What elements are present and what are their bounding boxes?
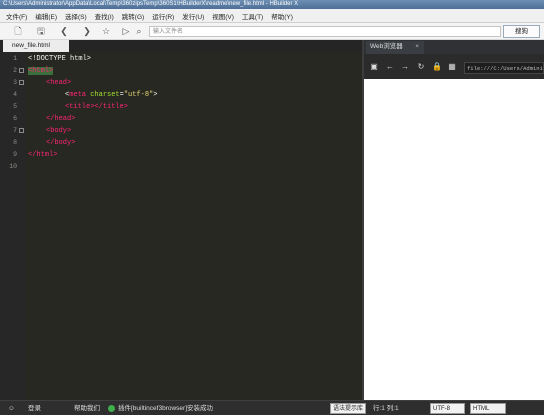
window-title: C:\Users\Administrator\AppData\Local\Tem… <box>0 0 544 9</box>
code-line: 6 </head> <box>0 113 362 125</box>
menu-select[interactable]: 选择(S) <box>65 11 87 21</box>
line-number: 9 <box>13 151 17 158</box>
menu-bar: 文件(F) 编辑(E) 选择(S) 查找(I) 跳转(G) 运行(R) 发行(U… <box>0 9 544 23</box>
fold-toggle-icon[interactable] <box>19 80 24 85</box>
save-icon[interactable]: 🖫 <box>35 25 47 37</box>
line-number: 6 <box>13 115 17 122</box>
login-link[interactable]: 登录 <box>28 401 41 415</box>
cursor-position: 行:1 列:1 <box>373 405 399 412</box>
hint-library-button[interactable]: 语法提示库 <box>330 403 367 414</box>
tab-web-browser[interactable]: Web浏览器 × <box>366 41 424 54</box>
code-text: <body> <box>46 127 72 135</box>
code-line: 5 <title></title> <box>0 101 362 113</box>
tab-new-file[interactable]: new_file.html <box>3 40 69 52</box>
menu-find[interactable]: 查找(I) <box>95 11 114 21</box>
browser-url-input[interactable] <box>464 62 544 74</box>
line-number: 5 <box>13 103 17 110</box>
editor-tab-bar: new_file.html <box>0 40 362 52</box>
forward-arrow-icon[interactable]: → <box>400 62 410 72</box>
line-number: 3 <box>13 79 17 86</box>
menu-view[interactable]: 视图(V) <box>212 11 234 21</box>
line-number: 2 <box>13 67 17 74</box>
encoding-selector[interactable]: UTF-8 <box>430 403 465 414</box>
code-line: 10 <box>0 161 362 173</box>
line-number: 1 <box>13 55 17 62</box>
code-text: <!DOCTYPE html> <box>28 55 92 63</box>
code-editor[interactable]: 1 <!DOCTYPE html> 2 <html> 3 <head> 4 <m… <box>0 52 362 400</box>
browser-tab-label: Web浏览器 <box>370 43 403 50</box>
line-number: 4 <box>13 91 17 98</box>
devtools-icon[interactable]: ▣ <box>369 62 379 72</box>
code-text: <title></title> <box>65 103 129 111</box>
line-number: 8 <box>13 139 17 146</box>
refresh-icon[interactable]: ↻ <box>416 62 426 72</box>
code-line: 3 <head> <box>0 77 362 89</box>
code-line: 2 <html> <box>0 65 362 77</box>
menu-publish[interactable]: 发行(U) <box>182 11 204 21</box>
menu-edit[interactable]: 编辑(E) <box>35 11 57 21</box>
code-line: 7 <body> <box>0 125 362 137</box>
run-icon[interactable]: ▷ <box>120 25 132 37</box>
browser-tab-bar: Web浏览器 × <box>364 40 544 54</box>
star-icon[interactable]: ☆ <box>100 25 112 37</box>
file-search-input[interactable] <box>149 26 501 37</box>
back-arrow-icon[interactable]: ← <box>385 62 395 72</box>
code-line: 4 <meta charset="utf-8"> <box>0 89 362 101</box>
line-number: 7 <box>13 127 17 134</box>
menu-tools[interactable]: 工具(T) <box>242 11 263 21</box>
forward-icon[interactable]: ❯ <box>81 25 93 37</box>
success-icon <box>108 405 115 412</box>
fold-toggle-icon[interactable] <box>19 128 24 133</box>
code-line: 9 </html> <box>0 149 362 161</box>
menu-run[interactable]: 运行(R) <box>152 11 174 21</box>
code-text: <html> <box>28 67 54 75</box>
find-icon[interactable]: ⌕ <box>133 25 145 37</box>
code-line: 1 <!DOCTYPE html> <box>0 53 362 65</box>
toolbar: 🗋 🖫 ❮ ❯ ☆ ▷ ⌕ 搜狗 <box>0 23 544 40</box>
qrcode-icon[interactable]: ▦ <box>447 62 457 72</box>
user-icon[interactable]: ☺ <box>8 401 15 415</box>
help-link[interactable]: 帮助我们 <box>74 401 100 415</box>
code-text: </head> <box>46 115 76 123</box>
search-button[interactable]: 搜狗 <box>503 25 540 38</box>
code-text: <meta charset="utf-8"> <box>65 91 158 99</box>
new-file-icon[interactable]: 🗋 <box>12 25 24 37</box>
browser-toolbar: ▣ ← → ↻ 🔒 ▦ <box>364 57 544 78</box>
hbuilderx-window: C:\Users\Administrator\AppData\Local\Tem… <box>0 0 544 415</box>
menu-help[interactable]: 帮助(Y) <box>271 11 293 21</box>
menu-goto[interactable]: 跳转(G) <box>122 11 144 21</box>
code-text: <head> <box>46 79 72 87</box>
status-bar: ☺ 登录 帮助我们 插件[builtincef3browser]安装成功 语法提… <box>0 400 544 415</box>
menu-file[interactable]: 文件(F) <box>6 11 27 21</box>
lock-icon[interactable]: 🔒 <box>432 62 442 72</box>
plugin-status: 插件[builtincef3browser]安装成功 <box>118 405 213 412</box>
close-icon[interactable]: × <box>415 41 419 53</box>
line-number: 10 <box>9 163 17 170</box>
browser-viewport[interactable] <box>364 79 544 400</box>
back-icon[interactable]: ❮ <box>58 25 70 37</box>
language-mode-selector[interactable]: HTML <box>470 403 506 414</box>
code-line: 8 </body> <box>0 137 362 149</box>
fold-toggle-icon[interactable] <box>19 68 24 73</box>
code-text: </html> <box>28 151 58 159</box>
code-text: </body> <box>46 139 76 147</box>
